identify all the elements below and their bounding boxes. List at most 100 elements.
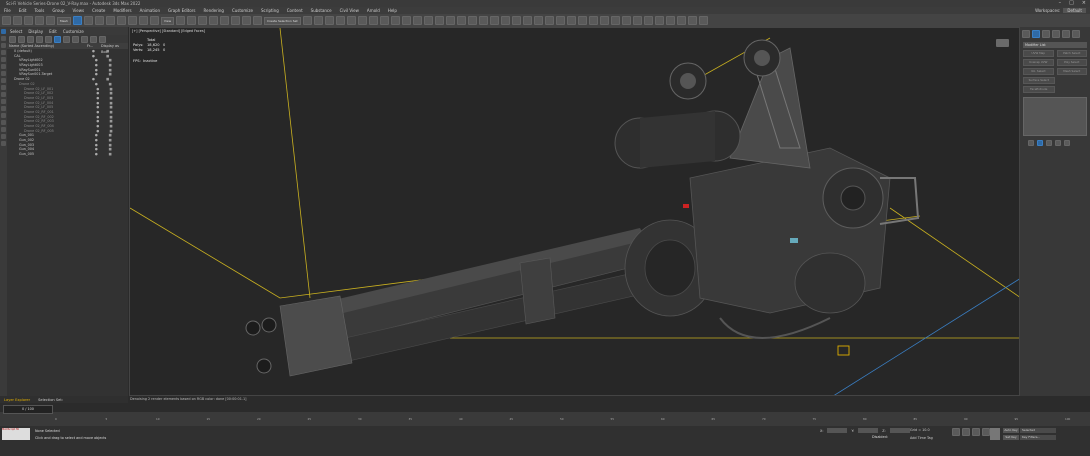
display-xrefs-icon[interactable] — [1, 92, 6, 97]
add-time-tag[interactable]: Add Time Tag — [910, 436, 933, 440]
display-frozen-icon[interactable] — [1, 113, 6, 118]
display-hidden-icon[interactable] — [1, 120, 6, 125]
menu-tools[interactable]: Tools — [30, 8, 48, 13]
display-tab-icon[interactable] — [1062, 30, 1070, 38]
menu-file[interactable]: File — [0, 8, 15, 13]
z-field[interactable] — [890, 428, 910, 433]
patch-select-button[interactable]: Patch Select — [1057, 50, 1088, 57]
explorer-expand-icon[interactable] — [90, 36, 97, 43]
face-extrude-button[interactable]: FaceExtrude — [1023, 86, 1055, 93]
auto-key-button[interactable]: Auto Key — [1003, 428, 1019, 433]
viewport-label[interactable]: [+] [Perspective] [Standard] [Edged Face… — [132, 29, 205, 33]
modify-tab-icon[interactable] — [1032, 30, 1040, 38]
substance-icon[interactable] — [490, 16, 499, 25]
menu-scripting[interactable]: Scripting — [257, 8, 283, 13]
rotate-icon[interactable] — [128, 16, 137, 25]
extra-tool-15-icon[interactable] — [666, 16, 675, 25]
extra-tool-18-icon[interactable] — [699, 16, 708, 25]
close-button[interactable]: × — [1082, 0, 1086, 7]
explorer-filter-icon[interactable] — [9, 36, 16, 43]
unwrap-uvw-button[interactable]: Unwrap UVW — [1023, 59, 1054, 66]
set-key-icon[interactable] — [990, 428, 1000, 440]
toggle-ribbon-icon[interactable] — [347, 16, 356, 25]
display-shapes-icon[interactable] — [1, 50, 6, 55]
adaptive-degradation-status[interactable]: Disabled: — [872, 435, 888, 439]
menu-animation[interactable]: Animation — [136, 8, 164, 13]
maximize-button[interactable]: □ — [1069, 0, 1074, 7]
table-row[interactable]: Gun_005●■ — [7, 152, 128, 157]
menu-create[interactable]: Create — [88, 8, 109, 13]
extra-tool-4-icon[interactable] — [545, 16, 554, 25]
angle-snap-icon[interactable] — [220, 16, 229, 25]
select-object-icon[interactable] — [73, 16, 82, 25]
rect-selection-icon[interactable] — [95, 16, 104, 25]
explorer-find-icon[interactable] — [18, 36, 25, 43]
select-mode-icon[interactable] — [1, 29, 6, 34]
invert-display-icon[interactable] — [1, 141, 6, 146]
x-field[interactable] — [827, 428, 847, 433]
display-groups-icon[interactable] — [1, 85, 6, 90]
menu-content[interactable]: Content — [283, 8, 307, 13]
render-setup-icon[interactable] — [391, 16, 400, 25]
mesh-select-button[interactable]: Mesh Select — [1057, 68, 1088, 75]
menu-views[interactable]: Views — [69, 8, 89, 13]
edit-named-selection-icon[interactable] — [253, 16, 262, 25]
display-lights-icon[interactable] — [1, 57, 6, 62]
y-field[interactable] — [858, 428, 878, 433]
select-by-name-icon[interactable] — [84, 16, 93, 25]
display-geometry-icon[interactable] — [1, 43, 6, 48]
make-unique-icon[interactable] — [1046, 140, 1052, 146]
named-selection-set-dropdown[interactable]: Create Selection Set — [264, 17, 301, 25]
rendered-frame-window-icon[interactable] — [402, 16, 411, 25]
place-icon[interactable] — [150, 16, 159, 25]
menu-customize[interactable]: Customize — [228, 8, 257, 13]
menu-group[interactable]: Group — [48, 8, 68, 13]
explorer-menu-select[interactable]: Select — [10, 29, 22, 34]
configure-sets-icon[interactable] — [1064, 140, 1070, 146]
vray-light-lister-icon[interactable] — [457, 16, 466, 25]
link-icon[interactable] — [24, 16, 33, 25]
percent-snap-icon[interactable] — [231, 16, 240, 25]
menu-modifiers[interactable]: Modifiers — [109, 8, 135, 13]
uvw-map-button[interactable]: UVW Map — [1023, 50, 1054, 57]
undo-icon[interactable] — [2, 16, 11, 25]
modifier-list-dropdown[interactable]: Modifier List — [1023, 42, 1087, 48]
civil-view-icon[interactable] — [501, 16, 510, 25]
extra-tool-12-icon[interactable] — [633, 16, 642, 25]
move-icon[interactable] — [117, 16, 126, 25]
remove-modifier-icon[interactable] — [1055, 140, 1061, 146]
key-selection-dropdown[interactable]: Selected — [1020, 428, 1056, 433]
menu-help[interactable]: Help — [384, 8, 401, 13]
next-frame-icon[interactable] — [982, 428, 990, 436]
redo-icon[interactable] — [13, 16, 22, 25]
explorer-hierarchy-icon[interactable] — [45, 36, 52, 43]
explorer-hide-icon[interactable] — [72, 36, 79, 43]
selection-filter-dropdown[interactable]: Mesh — [57, 17, 71, 25]
align-icon[interactable] — [314, 16, 323, 25]
motion-tab-icon[interactable] — [1052, 30, 1060, 38]
menu-arnold[interactable]: Arnold — [363, 8, 384, 13]
create-tab-icon[interactable] — [1022, 30, 1030, 38]
curve-editor-icon[interactable] — [358, 16, 367, 25]
extra-tool-10-icon[interactable] — [611, 16, 620, 25]
extra-tool-5-icon[interactable] — [556, 16, 565, 25]
menu-civil-view[interactable]: Civil View — [336, 8, 363, 13]
vol-select-button[interactable]: Vol. Select — [1023, 68, 1054, 75]
extra-tool-14-icon[interactable] — [655, 16, 664, 25]
extra-tool-2-icon[interactable] — [523, 16, 532, 25]
extra-tool-icon[interactable] — [512, 16, 521, 25]
explorer-freeze-icon[interactable] — [63, 36, 70, 43]
bind-space-warp-icon[interactable] — [46, 16, 55, 25]
workspaces-dropdown[interactable]: Default — [1063, 8, 1086, 13]
display-spacewarps-icon[interactable] — [1, 78, 6, 83]
extra-tool-16-icon[interactable] — [677, 16, 686, 25]
scale-icon[interactable] — [139, 16, 148, 25]
explorer-menu-edit[interactable]: Edit — [49, 29, 57, 34]
perspective-viewport[interactable]: [+] [Perspective] [Standard] [Edged Face… — [129, 27, 1020, 396]
extra-tool-3-icon[interactable] — [534, 16, 543, 25]
extra-tool-7-icon[interactable] — [578, 16, 587, 25]
extra-tool-6-icon[interactable] — [567, 16, 576, 25]
snap-toggle-icon[interactable] — [209, 16, 218, 25]
extra-tool-9-icon[interactable] — [600, 16, 609, 25]
explorer-menu-display[interactable]: Display — [28, 29, 43, 34]
